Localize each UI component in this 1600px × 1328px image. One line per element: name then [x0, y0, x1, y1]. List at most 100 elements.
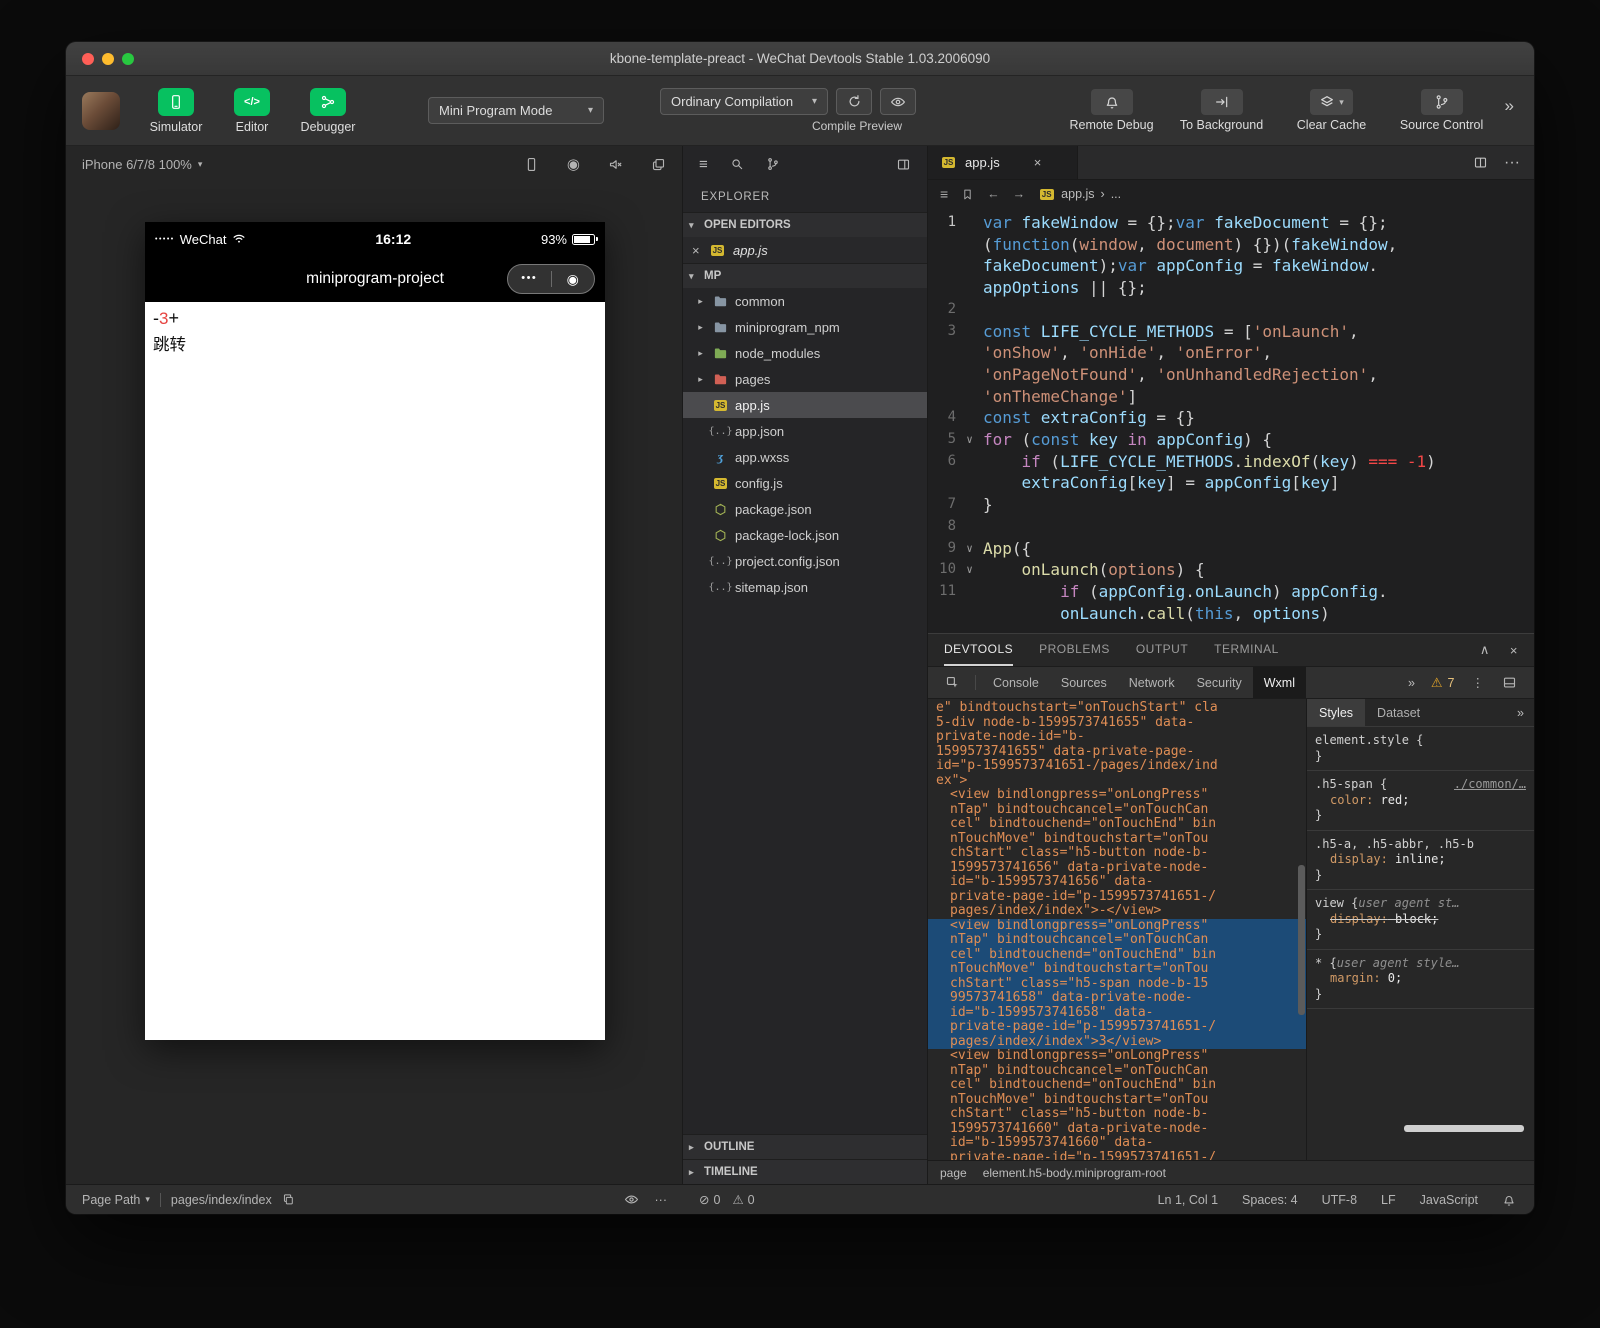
minimize-window-button[interactable]	[102, 53, 114, 65]
kebab-menu-icon[interactable]: ⋮	[1463, 667, 1494, 698]
close-icon[interactable]: ×	[1034, 155, 1042, 170]
windows-icon[interactable]	[651, 157, 666, 172]
notifications-bell-icon[interactable]	[1502, 1193, 1516, 1207]
close-window-button[interactable]	[82, 53, 94, 65]
wxml-element[interactable]: <view bindlongpress="onLongPress"nTap" b…	[928, 1049, 1306, 1160]
expand-panel-icon[interactable]: ∧	[1480, 642, 1490, 658]
css-property[interactable]: margin: 0;	[1315, 971, 1526, 987]
fold-chevron-icon[interactable]: ∨	[956, 538, 983, 560]
close-panel-icon[interactable]: ×	[1510, 643, 1518, 658]
more-menu-button[interactable]: •••	[508, 265, 551, 293]
fold-chevron-icon[interactable]: ∨	[956, 429, 983, 451]
tab-problems[interactable]: PROBLEMS	[1039, 634, 1110, 666]
css-property[interactable]: color: red;	[1315, 793, 1526, 809]
project-root-section[interactable]: ▾ MP	[683, 263, 927, 288]
more-actions-icon[interactable]: ···	[1504, 154, 1520, 172]
scrollbar-thumb[interactable]	[1404, 1125, 1524, 1132]
source-control-button[interactable]: Source Control	[1387, 89, 1497, 132]
list-icon[interactable]: ≡	[699, 156, 708, 173]
tab-styles[interactable]: Styles	[1307, 699, 1365, 726]
wxml-element[interactable]: e" bindtouchstart="onTouchStart" cla5-di…	[928, 701, 1306, 788]
debugger-mode-button[interactable]: Debugger	[290, 88, 366, 134]
list-icon[interactable]: ≡	[940, 186, 948, 202]
forward-icon[interactable]: →	[1013, 187, 1026, 201]
increment-button[interactable]: +	[168, 308, 179, 328]
zoom-window-button[interactable]	[122, 53, 134, 65]
stylesheet-link[interactable]: ./common/…	[1454, 777, 1526, 793]
subtab-sources[interactable]: Sources	[1050, 667, 1118, 698]
subtab-console[interactable]: Console	[982, 667, 1050, 698]
git-branch-icon[interactable]	[766, 157, 780, 171]
record-icon[interactable]: ◉	[567, 155, 580, 173]
collapse-panel-icon[interactable]	[896, 157, 911, 172]
wxml-element[interactable]: <view bindlongpress="onLongPress"nTap" b…	[928, 788, 1306, 919]
crumb-item[interactable]: page	[940, 1166, 967, 1180]
more-tabs-icon[interactable]: »	[1400, 667, 1423, 698]
css-property[interactable]: display: block;	[1315, 912, 1526, 928]
tab-output[interactable]: OUTPUT	[1136, 634, 1188, 666]
preview-button[interactable]	[880, 88, 916, 115]
tab-app-js[interactable]: JS app.js ×	[928, 146, 1078, 179]
breadcrumb[interactable]: JS app.js › ...	[1038, 187, 1121, 201]
subtab-wxml[interactable]: Wxml	[1253, 667, 1306, 698]
cursor-position[interactable]: Ln 1, Col 1	[1158, 1193, 1218, 1207]
timeline-section[interactable]: ▸ TIMELINE	[683, 1159, 927, 1184]
file-item-sitemap-json[interactable]: {..}sitemap.json	[683, 574, 927, 600]
program-mode-select[interactable]: Mini Program Mode ▾	[428, 97, 604, 124]
jump-link[interactable]: 跳转	[153, 331, 597, 355]
clear-cache-button[interactable]: ▾ Clear Cache	[1277, 89, 1387, 132]
indent-setting[interactable]: Spaces: 4	[1242, 1193, 1298, 1207]
device-select[interactable]: iPhone 6/7/8 100% ▾	[82, 157, 202, 172]
inspect-element-icon[interactable]	[936, 667, 969, 698]
more-icon[interactable]: ···	[655, 1193, 668, 1207]
editor-mode-button[interactable]: </> Editor	[214, 88, 290, 134]
subtab-security[interactable]: Security	[1186, 667, 1253, 698]
file-item-project-config-json[interactable]: {..}project.config.json	[683, 548, 927, 574]
open-editor-item[interactable]: × JS app.js	[683, 237, 927, 263]
more-tabs-icon[interactable]: »	[1517, 699, 1534, 726]
encoding[interactable]: UTF-8	[1322, 1193, 1357, 1207]
statusbar-problems[interactable]: ⊘ 0 ⚠ 0	[683, 1192, 928, 1207]
home-button[interactable]: ◉	[552, 265, 595, 293]
avatar[interactable]	[82, 92, 120, 130]
eye-icon[interactable]	[624, 1192, 639, 1207]
tab-terminal[interactable]: TERMINAL	[1214, 634, 1279, 666]
code-editor[interactable]: 1var fakeWindow = {};var fakeDocument = …	[928, 208, 1534, 633]
file-item-miniprogram-npm[interactable]: ▸miniprogram_npm	[683, 314, 927, 340]
split-editor-icon[interactable]	[1473, 155, 1488, 170]
css-property[interactable]: display: inline;	[1315, 852, 1526, 868]
fold-chevron-icon[interactable]: ∨	[956, 559, 983, 581]
toolbar-more-button[interactable]: »	[1505, 96, 1514, 116]
compile-mode-select[interactable]: Ordinary Compilation ▾	[660, 88, 828, 115]
outline-section[interactable]: ▸ OUTLINE	[683, 1134, 927, 1159]
mute-icon[interactable]	[608, 157, 623, 172]
language-mode[interactable]: JavaScript	[1420, 1193, 1478, 1207]
subtab-network[interactable]: Network	[1118, 667, 1186, 698]
rotate-device-icon[interactable]	[524, 157, 539, 172]
remote-debug-button[interactable]: Remote Debug	[1057, 89, 1167, 132]
tab-dataset[interactable]: Dataset	[1365, 699, 1432, 726]
back-icon[interactable]: ←	[987, 187, 1000, 201]
search-icon[interactable]	[730, 157, 744, 171]
file-item-app-json[interactable]: {..}app.json	[683, 418, 927, 444]
close-icon[interactable]: ×	[692, 243, 702, 258]
file-item-pages[interactable]: ▸pages	[683, 366, 927, 392]
file-item-common[interactable]: ▸common	[683, 288, 927, 314]
file-item-package-json[interactable]: package.json	[683, 496, 927, 522]
compile-button[interactable]	[836, 88, 872, 115]
eol-setting[interactable]: LF	[1381, 1193, 1396, 1207]
page-path-select[interactable]: Page Path ▾	[82, 1193, 150, 1207]
crumb-item[interactable]: element.h5-body.miniprogram-root	[983, 1166, 1166, 1180]
file-item-package-lock-json[interactable]: package-lock.json	[683, 522, 927, 548]
warning-counter[interactable]: ⚠ 7	[1423, 667, 1463, 698]
file-item-config-js[interactable]: JSconfig.js	[683, 470, 927, 496]
open-editors-section[interactable]: ▾ OPEN EDITORS	[683, 212, 927, 237]
tab-devtools[interactable]: DEVTOOLS	[944, 634, 1013, 666]
scrollbar-thumb[interactable]	[1298, 865, 1305, 1015]
file-item-node-modules[interactable]: ▸node_modules	[683, 340, 927, 366]
wxml-element[interactable]: <view bindlongpress="onLongPress"nTap" b…	[928, 919, 1306, 1050]
to-background-button[interactable]: To Background	[1167, 89, 1277, 132]
simulator-mode-button[interactable]: Simulator	[138, 88, 214, 134]
console-drawer-icon[interactable]	[1493, 667, 1526, 698]
file-item-app-js[interactable]: JSapp.js	[683, 392, 927, 418]
